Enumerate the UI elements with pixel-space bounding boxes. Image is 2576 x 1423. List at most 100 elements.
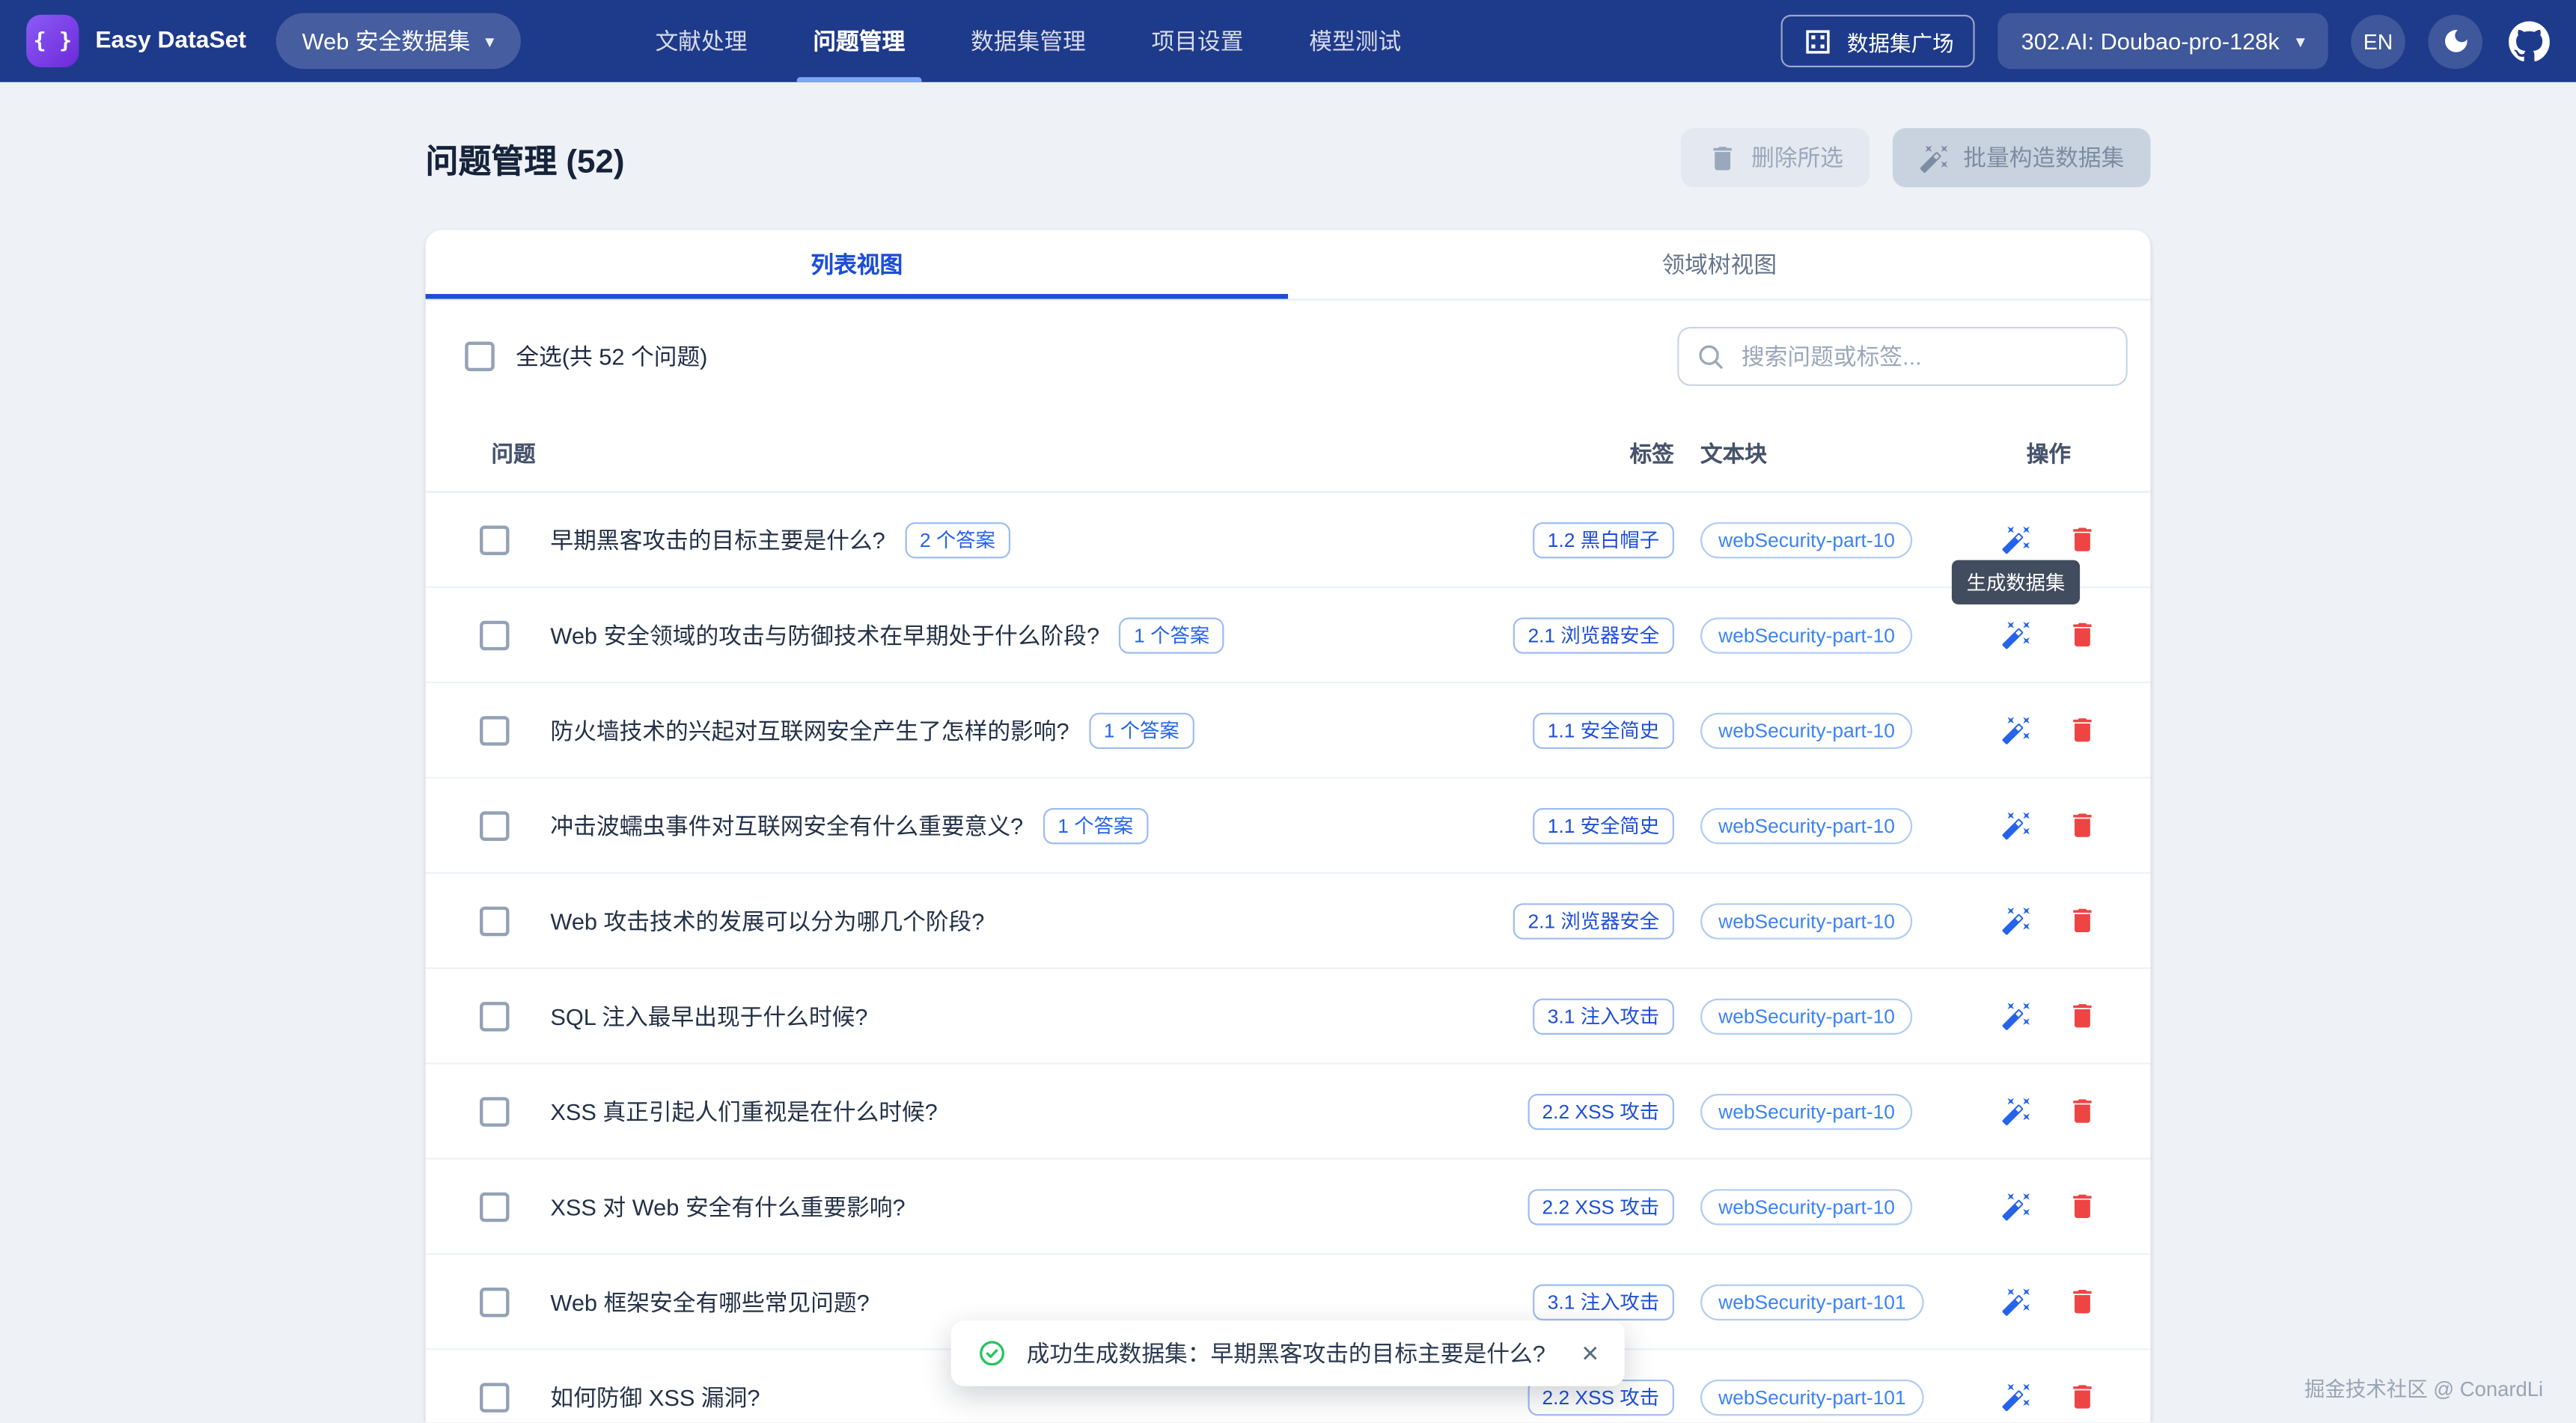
- generate-dataset-button[interactable]: [1996, 1187, 2036, 1226]
- delete-question-button[interactable]: [2062, 1282, 2102, 1321]
- trash-icon: [2066, 1381, 2097, 1413]
- select-all-label: 全选(共 52 个问题): [516, 340, 707, 373]
- row-checkbox[interactable]: [480, 715, 510, 745]
- questions-card: 列表视图 领域树视图 全选(共 52 个问题) 问题 标签 文本块 操作: [426, 230, 2151, 1422]
- toast-message: 成功生成数据集：早期黑客攻击的目标主要是什么?: [1027, 1337, 1545, 1370]
- row-checkbox[interactable]: [480, 620, 510, 650]
- generate-dataset-tooltip: 生成数据集: [1952, 559, 2080, 603]
- magic-wand-icon: [2000, 905, 2032, 937]
- tag-badge: 3.1 注入攻击: [1533, 1284, 1674, 1320]
- delete-question-button[interactable]: [2062, 1377, 2102, 1417]
- row-checkbox[interactable]: [480, 524, 510, 554]
- question-text: Web 安全领域的攻击与防御技术在早期处于什么阶段?: [550, 618, 1099, 651]
- generate-dataset-button[interactable]: [1996, 710, 2036, 750]
- trash-icon: [2066, 810, 2097, 841]
- generate-dataset-button[interactable]: [1996, 1377, 2036, 1417]
- github-icon: [2509, 20, 2550, 61]
- delete-question-button[interactable]: [2062, 996, 2102, 1035]
- delete-question-button[interactable]: [2062, 520, 2102, 560]
- chunk-badge: webSecurity-part-10: [1700, 998, 1913, 1034]
- question-text: 如何防御 XSS 漏洞?: [550, 1380, 760, 1413]
- chunk-badge: webSecurity-part-10: [1700, 807, 1913, 843]
- magic-wand-icon: [2000, 1191, 2032, 1222]
- trash-icon: [2066, 1286, 2097, 1318]
- magic-wand-icon: [2000, 1095, 2032, 1127]
- magic-wand-icon: [2000, 1000, 2032, 1032]
- row-checkbox[interactable]: [480, 1192, 510, 1222]
- check-circle-icon: [977, 1338, 1007, 1368]
- answer-count-badge: 1 个答案: [1119, 616, 1224, 652]
- nav-item-literature[interactable]: 文献处理: [623, 0, 781, 82]
- delete-selected-button[interactable]: 删除所选: [1681, 128, 1870, 187]
- magic-wand-icon: [2000, 810, 2032, 841]
- delete-question-button[interactable]: [2062, 901, 2102, 940]
- main-nav: 文献处理 问题管理 数据集管理 项目设置 模型测试: [623, 0, 1434, 82]
- navbar-right: 数据集广场 302.AI: Doubao-pro-128k ▾ EN: [1781, 13, 2550, 70]
- generate-dataset-button[interactable]: [1996, 520, 2036, 560]
- project-selector[interactable]: Web 安全数据集 ▾: [276, 13, 521, 70]
- tag-badge: 1.2 黑白帽子: [1533, 521, 1674, 557]
- search-input[interactable]: [1739, 342, 2110, 372]
- row-checkbox[interactable]: [480, 1001, 510, 1031]
- page-title: 问题管理 (52): [426, 134, 625, 182]
- tag-badge: 2.1 浏览器安全: [1513, 902, 1674, 938]
- dataset-market-label: 数据集广场: [1847, 25, 1954, 57]
- trash-icon: [2066, 524, 2097, 555]
- trash-icon: [2066, 905, 2097, 937]
- theme-toggle-button[interactable]: [2429, 14, 2482, 68]
- nav-item-model-test[interactable]: 模型测试: [1276, 0, 1434, 82]
- batch-build-label: 批量构造数据集: [1963, 141, 2124, 174]
- tag-badge: 2.2 XSS 攻击: [1527, 1093, 1674, 1129]
- row-checkbox[interactable]: [480, 1287, 510, 1317]
- github-link[interactable]: [2509, 20, 2550, 61]
- generate-dataset-button[interactable]: [1996, 1092, 2036, 1131]
- trash-icon: [2066, 714, 2097, 746]
- top-navbar: { } Easy DataSet Web 安全数据集 ▾ 文献处理 问题管理 数…: [0, 0, 2576, 82]
- delete-question-button[interactable]: [2062, 615, 2102, 655]
- chunk-badge: webSecurity-part-10: [1700, 1188, 1913, 1224]
- answer-count-badge: 1 个答案: [1043, 807, 1149, 843]
- toast-close-icon[interactable]: ×: [1581, 1338, 1599, 1368]
- trash-icon: [2066, 619, 2097, 651]
- language-toggle-button[interactable]: EN: [2351, 14, 2405, 68]
- generate-dataset-button[interactable]: [1996, 901, 2036, 940]
- nav-item-project-settings[interactable]: 项目设置: [1119, 0, 1277, 82]
- model-selector[interactable]: 302.AI: Doubao-pro-128k ▾: [1998, 13, 2328, 70]
- tab-list-view[interactable]: 列表视图: [426, 230, 1288, 299]
- header-question: 问题: [465, 435, 1329, 468]
- row-checkbox[interactable]: [480, 906, 510, 936]
- row-checkbox[interactable]: [480, 810, 510, 840]
- row-checkbox[interactable]: [480, 1382, 510, 1412]
- delete-question-button[interactable]: [2062, 710, 2102, 750]
- question-text: SQL 注入最早出现于什么时候?: [550, 1000, 867, 1032]
- brand-name: Easy DataSet: [95, 28, 246, 54]
- delete-question-button[interactable]: [2062, 1187, 2102, 1226]
- row-checkbox[interactable]: [480, 1096, 510, 1126]
- table-row: XSS 对 Web 安全有什么重要影响? 2.2 XSS 攻击 webSecur…: [426, 1160, 2151, 1255]
- tag-badge: 2.1 浏览器安全: [1513, 616, 1674, 652]
- delete-question-button[interactable]: [2062, 1092, 2102, 1131]
- model-selector-label: 302.AI: Doubao-pro-128k: [2021, 28, 2280, 54]
- generate-dataset-button[interactable]: [1996, 806, 2036, 845]
- table-row: Web 攻击技术的发展可以分为哪几个阶段? 2.1 浏览器安全 webSecur…: [426, 874, 2151, 969]
- generate-dataset-button[interactable]: [1996, 996, 2036, 1035]
- dataset-market-button[interactable]: 数据集广场: [1781, 15, 1975, 67]
- question-text: Web 攻击技术的发展可以分为哪几个阶段?: [550, 904, 984, 937]
- delete-question-button[interactable]: [2062, 806, 2102, 845]
- generate-dataset-button[interactable]: 生成数据集: [1996, 615, 2036, 655]
- question-text: XSS 真正引起人们重视是在什么时候?: [550, 1095, 937, 1127]
- chevron-down-icon: ▾: [485, 31, 494, 52]
- tab-domain-tree-view[interactable]: 领域树视图: [1288, 230, 2150, 299]
- magic-wand-icon: [2000, 1286, 2032, 1318]
- nav-item-questions[interactable]: 问题管理: [780, 0, 938, 82]
- view-tabs: 列表视图 领域树视图: [426, 230, 2151, 300]
- nav-item-datasets[interactable]: 数据集管理: [938, 0, 1118, 82]
- table-row: 冲击波蠕虫事件对互联网安全有什么重要意义? 1 个答案 1.1 安全简史 web…: [426, 779, 2151, 874]
- table-header: 问题 标签 文本块 操作: [426, 412, 2151, 493]
- generate-dataset-button[interactable]: [1996, 1282, 2036, 1321]
- tag-badge: 3.1 注入攻击: [1533, 998, 1674, 1034]
- table-row: XSS 真正引起人们重视是在什么时候? 2.2 XSS 攻击 webSecuri…: [426, 1064, 2151, 1159]
- select-all-checkbox[interactable]: [465, 342, 495, 372]
- question-text: XSS 对 Web 安全有什么重要影响?: [550, 1190, 905, 1222]
- batch-build-dataset-button[interactable]: 批量构造数据集: [1893, 128, 2151, 187]
